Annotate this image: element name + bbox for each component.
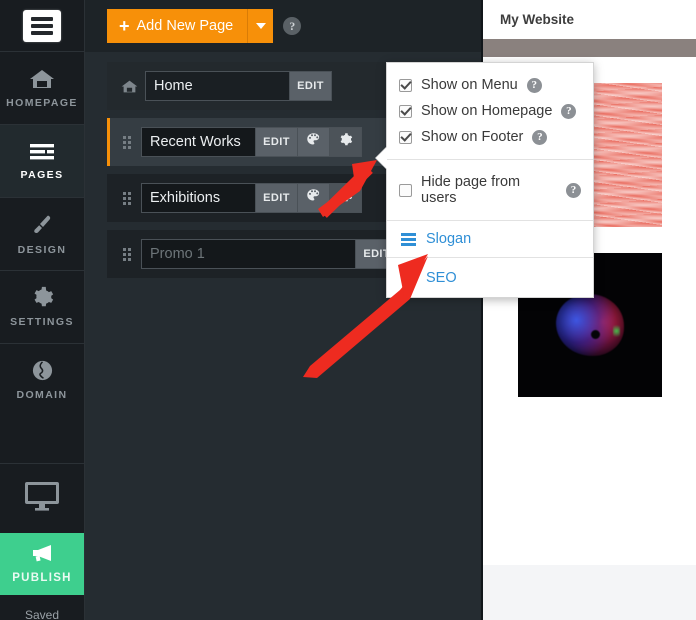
gear-icon — [338, 132, 353, 152]
edit-button[interactable]: EDIT — [290, 71, 332, 101]
app-root: HOMEPAGE PAGES DESIGN SETTINGS DOMAIN PU… — [0, 0, 696, 620]
nebula-graphic — [555, 294, 624, 356]
home-icon — [117, 79, 141, 94]
brush-icon — [30, 213, 54, 237]
help-icon[interactable]: ? — [526, 77, 542, 93]
sidebar-item-label: DOMAIN — [16, 389, 68, 401]
pages-toolbar: + Add New Page ? — [85, 0, 481, 52]
preview-site-button[interactable] — [0, 463, 84, 533]
drag-handle-icon[interactable] — [117, 191, 137, 205]
slogan-label: Slogan — [426, 231, 472, 247]
help-icon[interactable]: ? — [566, 182, 581, 198]
hide-page-from-users-label: Hide page from users — [421, 174, 521, 206]
sidebar-item-label: PAGES — [20, 168, 64, 181]
add-new-page-button[interactable]: + Add New Page — [107, 9, 248, 43]
sidebar-item-label: HOMEPAGE — [6, 96, 78, 109]
left-sidebar: HOMEPAGE PAGES DESIGN SETTINGS DOMAIN PU… — [0, 0, 85, 620]
seo-label: SEO — [426, 269, 457, 286]
show-on-homepage-option[interactable]: Show on Homepage ? — [387, 98, 593, 124]
drag-handle-icon[interactable] — [117, 135, 137, 149]
page-settings-gear-button[interactable] — [329, 183, 362, 213]
edit-button[interactable]: EDIT — [256, 127, 298, 157]
page-settings-gear-button[interactable] — [329, 127, 362, 157]
show-on-menu-option[interactable]: Show on Menu ? — [387, 72, 593, 98]
app-logo[interactable] — [0, 0, 84, 52]
edit-label: EDIT — [263, 136, 290, 148]
show-on-footer-label: Show on Footer — [421, 129, 524, 145]
page-name-input[interactable]: Recent Works — [141, 127, 257, 157]
monitor-icon — [24, 481, 60, 516]
preview-footer — [483, 565, 696, 620]
sidebar-item-settings[interactable]: SETTINGS — [0, 271, 84, 343]
saved-status: Saved — [0, 595, 84, 620]
edit-label: EDIT — [263, 192, 290, 204]
saved-label: Saved — [24, 608, 60, 620]
slogan-lines-icon — [401, 232, 416, 246]
show-on-homepage-label: Show on Homepage — [421, 103, 553, 119]
globe-icon — [31, 359, 54, 382]
megaphone-icon — [30, 544, 54, 567]
popup-checkbox-group: Show on Menu ? Show on Homepage ? Show o… — [387, 63, 593, 159]
hide-page-from-users-option[interactable]: Hide page from users ? — [387, 169, 593, 211]
help-icon[interactable]: ? — [561, 103, 577, 119]
publish-label: PUBLISH — [12, 572, 72, 584]
palette-button[interactable] — [297, 183, 330, 213]
show-on-footer-option[interactable]: Show on Footer ? — [387, 124, 593, 150]
help-label: ? — [289, 18, 296, 33]
page-name-input[interactable]: Exhibitions — [141, 183, 257, 213]
popup-hide-group: Hide page from users ? — [387, 160, 593, 220]
page-name-input[interactable]: Home — [145, 71, 291, 101]
seo-link[interactable]: SEO — [387, 258, 593, 297]
hide-page-from-users-checkbox[interactable] — [399, 183, 412, 197]
show-on-menu-label: Show on Menu — [421, 77, 518, 93]
gear-icon — [338, 188, 353, 208]
page-settings-popup: Show on Menu ? Show on Homepage ? Show o… — [375, 62, 594, 298]
sidebar-item-homepage[interactable]: HOMEPAGE — [0, 52, 84, 124]
pages-icon — [29, 142, 55, 162]
sidebar-item-label: SETTINGS — [10, 316, 74, 328]
page-name-value: Recent Works — [150, 134, 241, 150]
search-icon — [401, 268, 416, 287]
palette-icon — [306, 188, 321, 208]
page-name-input[interactable]: Promo 1 — [141, 239, 357, 269]
drag-handle-icon[interactable] — [117, 247, 137, 261]
page-name-placeholder: Promo 1 — [150, 246, 205, 262]
app-logo-icon — [23, 9, 61, 42]
popup-pointer — [376, 147, 387, 169]
add-new-page-group: + Add New Page — [107, 9, 274, 43]
edit-button[interactable]: EDIT — [256, 183, 298, 213]
publish-button[interactable]: PUBLISH — [0, 533, 84, 595]
plus-icon: + — [119, 16, 130, 36]
preview-site-title: My Website — [500, 12, 575, 27]
toolbar-help-icon[interactable]: ? — [283, 17, 302, 35]
show-on-footer-checkbox[interactable] — [399, 130, 412, 144]
add-new-page-dropdown-button[interactable] — [247, 9, 274, 43]
home-icon — [29, 68, 55, 90]
palette-button[interactable] — [297, 127, 330, 157]
sidebar-item-pages[interactable]: PAGES — [0, 125, 84, 197]
edit-label: EDIT — [297, 80, 324, 92]
page-name-value: Exhibitions — [150, 190, 221, 206]
palette-icon — [306, 132, 321, 152]
gear-icon — [31, 286, 54, 309]
show-on-menu-checkbox[interactable] — [399, 78, 412, 92]
sidebar-item-domain[interactable]: DOMAIN — [0, 344, 84, 416]
show-on-homepage-checkbox[interactable] — [399, 104, 412, 118]
preview-navbar — [483, 39, 696, 57]
sidebar-item-design[interactable]: DESIGN — [0, 198, 84, 270]
help-icon[interactable]: ? — [532, 129, 548, 145]
chevron-down-icon — [255, 23, 266, 29]
slogan-link[interactable]: Slogan — [387, 221, 593, 257]
add-new-page-label: Add New Page — [136, 18, 234, 34]
page-name-value: Home — [154, 78, 193, 94]
sidebar-item-label: DESIGN — [17, 243, 67, 256]
